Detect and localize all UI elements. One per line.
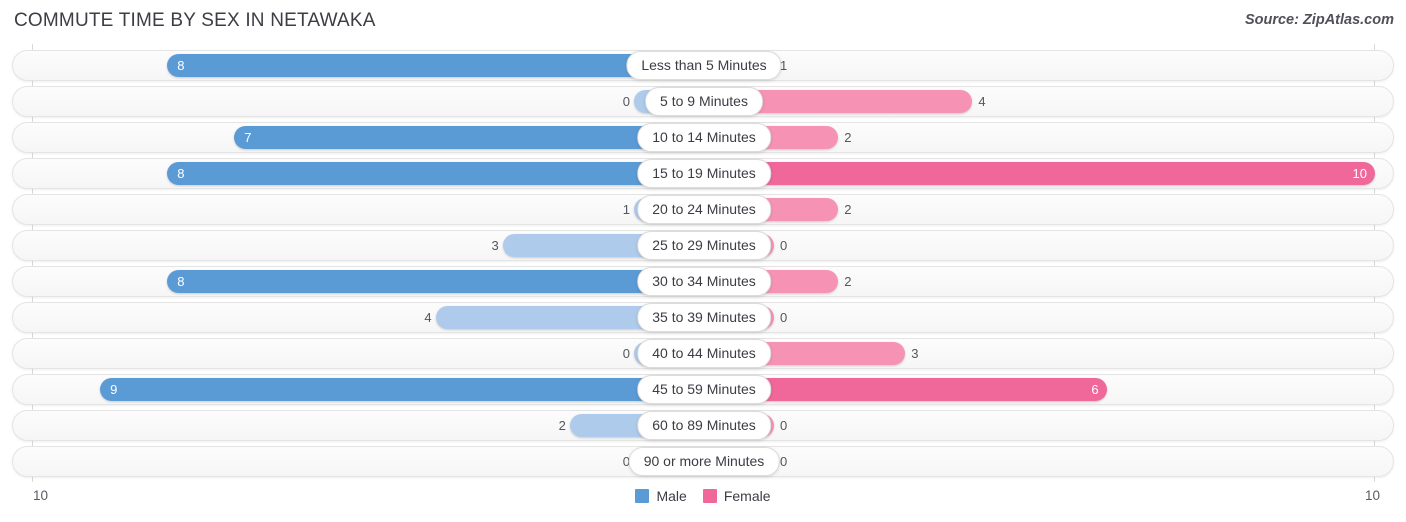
bar-value-female: 0 xyxy=(780,238,788,253)
bar-value-male: 0 xyxy=(622,94,630,109)
chart-row[interactable]: 0 3 40 to 44 Minutes xyxy=(12,338,1394,369)
legend-label-female: Female xyxy=(723,488,771,504)
chart-row[interactable]: 4 0 35 to 39 Minutes xyxy=(12,302,1394,333)
category-label-pill[interactable]: 25 to 29 Minutes xyxy=(637,231,771,260)
category-label-pill[interactable]: 45 to 59 Minutes xyxy=(637,375,771,404)
bar-male[interactable] xyxy=(167,270,704,293)
bar-value-female: 2 xyxy=(844,202,852,217)
category-label-pill[interactable]: 20 to 24 Minutes xyxy=(637,195,771,224)
bar-female[interactable] xyxy=(704,162,1375,185)
category-label-pill[interactable]: 5 to 9 Minutes xyxy=(645,87,763,116)
bar-group: 8 1 Less than 5 Minutes xyxy=(13,51,1395,80)
bar-value-male: 1 xyxy=(622,202,630,217)
bar-group: 0 4 5 to 9 Minutes xyxy=(13,87,1395,116)
legend-swatch-male-icon xyxy=(635,489,650,503)
bar-value-male: 8 xyxy=(177,166,185,181)
bar-group: 3 0 25 to 29 Minutes xyxy=(13,231,1395,260)
bar-group: 2 0 60 to 89 Minutes xyxy=(13,411,1395,440)
bar-group: 1 2 20 to 24 Minutes xyxy=(13,195,1395,224)
bar-male[interactable] xyxy=(234,126,704,149)
legend-item-female[interactable]: Female xyxy=(702,488,771,504)
bar-value-male: 8 xyxy=(177,274,185,289)
page-title: COMMUTE TIME BY SEX IN NETAWAKA xyxy=(14,10,376,31)
category-label-pill[interactable]: 60 to 89 Minutes xyxy=(637,411,771,440)
chart-row[interactable]: 3 0 25 to 29 Minutes xyxy=(12,230,1394,261)
category-label-pill[interactable]: 90 or more Minutes xyxy=(628,447,780,476)
bar-value-female: 2 xyxy=(844,274,852,289)
bar-male[interactable] xyxy=(167,162,704,185)
bar-value-female: 6 xyxy=(1091,382,1099,397)
bar-value-female: 0 xyxy=(780,310,788,325)
chart-row[interactable]: 0 0 90 or more Minutes xyxy=(12,446,1394,477)
bar-value-male: 4 xyxy=(424,310,432,325)
bar-value-male: 9 xyxy=(110,382,118,397)
bar-group: 8 2 30 to 34 Minutes xyxy=(13,267,1395,296)
chart-row[interactable]: 8 1 Less than 5 Minutes xyxy=(12,50,1394,81)
bar-value-female: 4 xyxy=(978,94,986,109)
chart-row[interactable]: 0 4 5 to 9 Minutes xyxy=(12,86,1394,117)
category-label-pill[interactable]: 40 to 44 Minutes xyxy=(637,339,771,368)
bar-male[interactable] xyxy=(167,54,704,77)
bar-value-female: 0 xyxy=(780,454,788,469)
bar-value-male: 0 xyxy=(622,346,630,361)
bar-value-male: 7 xyxy=(244,130,252,145)
chart-row[interactable]: 8 2 30 to 34 Minutes xyxy=(12,266,1394,297)
bar-value-female: 2 xyxy=(844,130,852,145)
category-label-pill[interactable]: 35 to 39 Minutes xyxy=(637,303,771,332)
bar-group: 8 10 15 to 19 Minutes xyxy=(13,159,1395,188)
bar-value-female: 0 xyxy=(780,418,788,433)
bar-group: 0 3 40 to 44 Minutes xyxy=(13,339,1395,368)
bar-group: 7 2 10 to 14 Minutes xyxy=(13,123,1395,152)
legend-item-male[interactable]: Male xyxy=(635,488,687,504)
chart-row[interactable]: 8 10 15 to 19 Minutes xyxy=(12,158,1394,189)
bar-male[interactable] xyxy=(100,378,704,401)
category-label-pill[interactable]: Less than 5 Minutes xyxy=(626,51,782,80)
legend-swatch-female-icon xyxy=(702,489,717,503)
category-label-pill[interactable]: 15 to 19 Minutes xyxy=(637,159,771,188)
bar-value-female: 10 xyxy=(1352,166,1367,181)
chart-row[interactable]: 1 2 20 to 24 Minutes xyxy=(12,194,1394,225)
chart-row[interactable]: 9 6 45 to 59 Minutes xyxy=(12,374,1394,405)
bar-group: 4 0 35 to 39 Minutes xyxy=(13,303,1395,332)
chart-legend: Male Female xyxy=(0,488,1406,504)
chart-footer: 10 10 Male Female xyxy=(0,482,1406,522)
category-label-pill[interactable]: 10 to 14 Minutes xyxy=(637,123,771,152)
chart-header: COMMUTE TIME BY SEX IN NETAWAKA Source: … xyxy=(0,0,1406,44)
chart-row[interactable]: 2 0 60 to 89 Minutes xyxy=(12,410,1394,441)
chart-row[interactable]: 7 2 10 to 14 Minutes xyxy=(12,122,1394,153)
bar-value-male: 3 xyxy=(491,238,499,253)
bar-value-female: 3 xyxy=(911,346,919,361)
bar-group: 0 0 90 or more Minutes xyxy=(13,447,1395,476)
bar-value-male: 2 xyxy=(558,418,566,433)
source-attribution: Source: ZipAtlas.com xyxy=(1244,12,1394,28)
category-label-pill[interactable]: 30 to 34 Minutes xyxy=(637,267,771,296)
bar-value-male: 8 xyxy=(177,58,185,73)
bar-group: 9 6 45 to 59 Minutes xyxy=(13,375,1395,404)
chart-plot-area: 8 1 Less than 5 Minutes 0 4 5 to 9 Minutes 7 2 1… xyxy=(0,44,1406,482)
legend-label-male: Male xyxy=(656,488,687,504)
